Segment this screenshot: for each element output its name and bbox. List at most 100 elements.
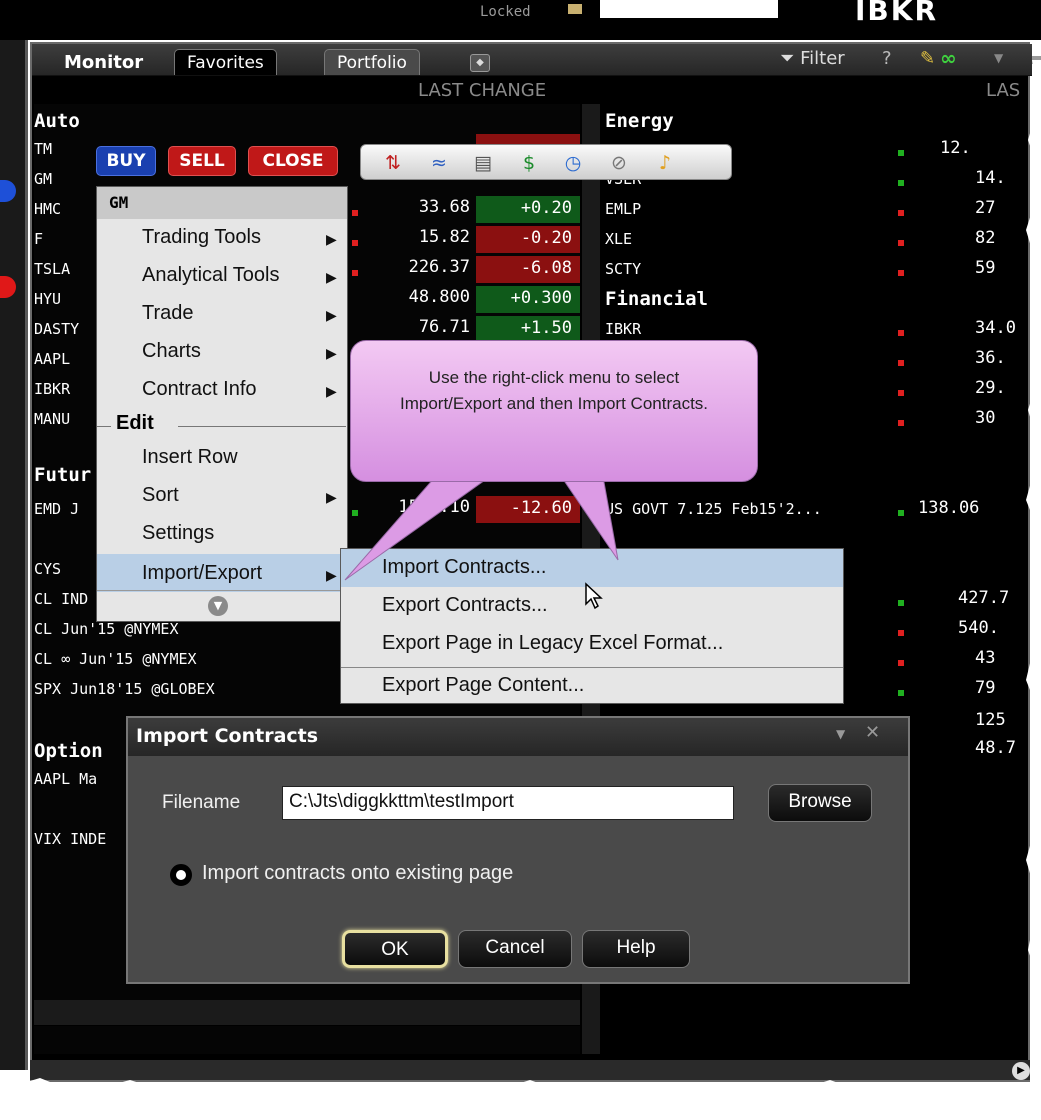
tick-indicator — [898, 690, 904, 696]
column-header-last[interactable]: LAS — [986, 80, 1020, 101]
table-row-symbol[interactable]: HMC — [34, 200, 61, 218]
submenu-arrow-icon: ▶ — [326, 384, 337, 400]
filename-field[interactable]: C:\Jts\diggkkttm\testImport — [282, 786, 734, 820]
table-row-symbol[interactable]: DASTY — [34, 320, 79, 338]
table-row-symbol[interactable]: GM — [34, 170, 52, 188]
table-row-symbol[interactable]: CL Jun'15 @NYMEX — [34, 620, 179, 638]
tick-indicator — [898, 600, 904, 606]
submenu-item-export-page-content[interactable]: Export Page Content... — [382, 674, 584, 697]
menu-item-settings[interactable]: Settings — [142, 522, 214, 545]
tab-favorites[interactable]: Favorites — [174, 49, 277, 75]
table-row-symbol[interactable]: IBKR — [605, 320, 641, 338]
chevron-down-icon[interactable]: ▼ — [836, 727, 845, 741]
table-row-symbol[interactable]: F — [34, 230, 43, 248]
alert-bell-icon[interactable]: ♪ — [653, 151, 677, 175]
market-depth-icon[interactable]: $ — [517, 151, 541, 175]
tick-indicator — [898, 330, 904, 336]
tick-indicator — [898, 420, 904, 426]
submenu-item-export-contracts[interactable]: Export Contracts... — [382, 594, 548, 617]
filter-button[interactable]: ⏷ Filter — [780, 48, 845, 69]
wrench-icon[interactable]: ✎ — [920, 48, 935, 69]
tick-indicator — [898, 210, 904, 216]
tick-indicator — [898, 240, 904, 246]
chevron-down-icon[interactable]: ▼ — [994, 51, 1003, 65]
close-position-button[interactable]: CLOSE — [248, 146, 338, 176]
table-row-symbol[interactable]: XLE — [605, 230, 632, 248]
add-tab-icon[interactable]: ◆ — [470, 54, 490, 72]
table-row-symbol[interactable]: VIX INDE — [34, 830, 106, 848]
last-price: 33.68 — [418, 197, 470, 217]
table-row-symbol[interactable]: MANU — [34, 410, 70, 428]
last-price: 15.82 — [418, 227, 470, 247]
table-row-symbol[interactable]: CYS — [34, 560, 61, 578]
menu-item-sort[interactable]: Sort — [142, 484, 179, 507]
cancel-button[interactable]: Cancel — [458, 930, 572, 968]
menu-separator — [97, 590, 347, 591]
last-price: 48.800 — [408, 287, 470, 307]
close-icon[interactable]: ✕ — [865, 722, 880, 743]
change-value: +1.50 — [476, 316, 580, 343]
table-row-symbol[interactable]: CL ∞ Jun'15 @NYMEX — [34, 650, 197, 668]
tick-indicator — [898, 150, 904, 156]
menu-item-analytical-tools[interactable]: Analytical Tools — [142, 264, 279, 287]
help-button[interactable]: Help — [582, 930, 690, 968]
paperclip-icon[interactable]: ⊘ — [607, 151, 631, 175]
menu-separator — [97, 426, 111, 427]
table-row-symbol[interactable]: AAPL Ma — [34, 770, 97, 788]
browse-button[interactable]: Browse — [768, 784, 872, 822]
clock-icon[interactable]: ◷ — [561, 151, 585, 175]
table-row-symbol[interactable]: IBKR — [34, 380, 70, 398]
tick-indicator — [898, 660, 904, 666]
document-icon[interactable]: ▤ — [471, 151, 495, 175]
buy-button[interactable]: BUY — [96, 146, 156, 176]
locked-label: Locked — [480, 4, 531, 20]
tick-indicator — [898, 360, 904, 366]
last-price: 226.37 — [408, 257, 470, 277]
table-row-symbol[interactable]: TM — [34, 140, 52, 158]
menu-item-contract-info[interactable]: Contract Info — [142, 378, 257, 401]
submenu-item-export-legacy-excel[interactable]: Export Page in Legacy Excel Format... — [382, 632, 723, 655]
section-options: Option — [34, 740, 103, 762]
filename-label: Filename — [162, 792, 241, 813]
table-row-symbol[interactable]: CL IND — [34, 590, 88, 608]
tutorial-callout: Use the right-click menu to select Impor… — [350, 340, 758, 482]
table-row-symbol[interactable]: SPX Jun18'15 @GLOBEX — [34, 680, 215, 698]
menu-separator — [341, 667, 843, 668]
menu-item-import-export[interactable]: Import/Export — [142, 562, 262, 585]
help-icon[interactable]: ? — [882, 48, 892, 69]
table-row-symbol[interactable]: EMLP — [605, 200, 641, 218]
last-price: 76.71 — [418, 317, 470, 337]
import-onto-existing-radio[interactable] — [170, 864, 192, 886]
menu-item-trading-tools[interactable]: Trading Tools — [142, 226, 261, 249]
order-ticket-icon[interactable]: ⇅ — [381, 151, 405, 175]
lock-icon[interactable] — [568, 4, 582, 14]
menu-item-insert-row[interactable]: Insert Row — [142, 446, 238, 469]
tick-indicator — [352, 240, 358, 246]
section-auto: Auto — [34, 110, 80, 132]
table-row-symbol[interactable]: TSLA — [34, 260, 70, 278]
tick-indicator — [352, 270, 358, 276]
link-icon[interactable]: ∞ — [940, 46, 957, 70]
menu-section-edit: Edit — [116, 412, 154, 434]
chart-icon[interactable]: ≈ — [427, 151, 451, 175]
table-row-symbol[interactable]: EMD J — [34, 500, 79, 518]
table-row-symbol[interactable]: SCTY — [605, 260, 641, 278]
quick-toolbar: ⇅ ≈ ▤ $ ◷ ⊘ ♪ — [360, 144, 732, 180]
tab-portfolio[interactable]: Portfolio — [324, 49, 420, 75]
menu-item-trade[interactable]: Trade — [142, 302, 194, 325]
ticker-entry[interactable] — [600, 0, 778, 18]
empty-rows — [34, 1000, 580, 1054]
filter-icon: ⏷ — [780, 48, 801, 69]
column-header-last-change[interactable]: LAST CHANGE — [418, 80, 546, 101]
sell-button[interactable]: SELL — [168, 146, 236, 176]
ok-button[interactable]: OK — [342, 930, 448, 968]
last-price: 12. — [940, 138, 971, 158]
menu-item-charts[interactable]: Charts — [142, 340, 201, 363]
tab-monitor[interactable]: Monitor — [52, 49, 155, 75]
torn-edge-right — [1026, 60, 1041, 1120]
submenu-arrow-icon: ▶ — [326, 270, 337, 286]
submenu-arrow-icon: ▶ — [326, 308, 337, 324]
table-row-symbol[interactable]: AAPL — [34, 350, 70, 368]
expand-more-icon[interactable]: ▼ — [208, 596, 228, 616]
table-row-symbol[interactable]: HYU — [34, 290, 61, 308]
